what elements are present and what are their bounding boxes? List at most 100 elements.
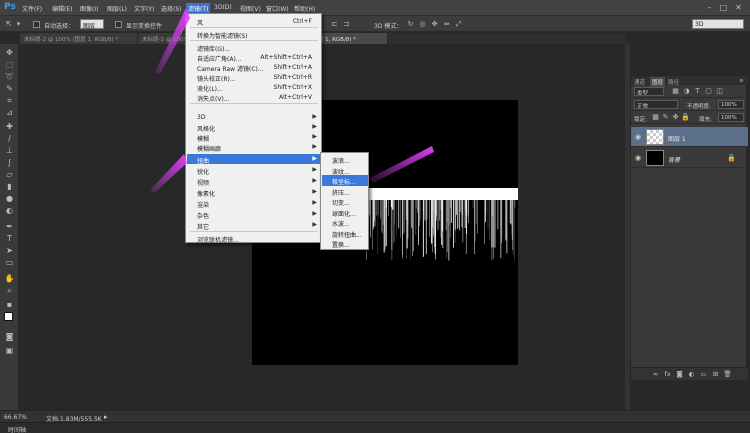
tab-document-1[interactable]: 未标题-2 @ 100% (图层 1, RGB/8) * [20, 33, 138, 44]
menu-item-liquify[interactable]: 液化(L)... Shift+Ctrl+X [187, 82, 320, 93]
menu-layer[interactable]: 图层(L) [107, 4, 127, 13]
align-left-icon[interactable]: ⊏ [330, 20, 339, 28]
eyedropper-tool-icon[interactable]: ⊿ [4, 108, 15, 117]
submenu-item-twirl[interactable]: 旋转扭曲... [322, 228, 368, 239]
menu-type[interactable]: 文字(Y) [134, 4, 154, 13]
delete-layer-icon[interactable]: 🗑 [723, 370, 732, 378]
menu-item-distort[interactable]: 扭曲 ▶ [187, 154, 320, 165]
lasso-tool-icon[interactable]: ➰ [4, 72, 15, 81]
filter-shape-icon[interactable]: ▢ [704, 87, 713, 95]
history-brush-tool-icon[interactable]: ∫ [4, 158, 15, 167]
submenu-item-spherize[interactable]: 球面化... [322, 207, 368, 218]
lock-transparent-icon[interactable]: ▦ [651, 113, 660, 121]
lock-image-icon[interactable]: ✎ [661, 113, 670, 121]
menu-item-blur[interactable]: 模糊 ▶ [187, 132, 320, 143]
layer-name[interactable]: 背景 [668, 155, 680, 164]
close-button[interactable]: ✕ [734, 3, 743, 12]
menu-view[interactable]: 视图(V) [240, 4, 261, 13]
minimize-button[interactable]: – [705, 3, 714, 12]
submenu-item-ripple[interactable]: 波纹... [322, 165, 368, 176]
chevron-down-icon[interactable]: ▾ [14, 20, 23, 28]
menu-item-browse-online-filters[interactable]: 浏览联机滤镜... [187, 233, 320, 244]
zoom-tool-icon[interactable]: ⌕ [4, 286, 15, 295]
menu-item-pixelate[interactable]: 像素化 ▶ [187, 187, 320, 198]
brush-tool-icon[interactable]: ∕ [4, 134, 15, 143]
marquee-tool-icon[interactable]: ⬚ [4, 60, 15, 69]
new-layer-icon[interactable]: ⊞ [711, 370, 720, 378]
fill-input[interactable]: 100% [718, 113, 744, 122]
kind-filter-select[interactable]: 类型 [634, 87, 664, 96]
menu-item-camera-raw[interactable]: Camera Raw 滤镜(C)... Shift+Ctrl+A [187, 62, 320, 73]
menu-item-convert-smart-filters[interactable]: 转换为智能滤镜(S) [187, 29, 320, 40]
filter-smart-object-icon[interactable]: ◫ [715, 87, 724, 95]
status-arrow-icon[interactable]: ▸ [104, 413, 108, 421]
menu-item-stylize[interactable]: 风格化 ▶ [187, 122, 320, 133]
panel-menu-icon[interactable]: ≡ [739, 78, 744, 84]
menu-edit[interactable]: 编辑(E) [52, 4, 72, 13]
menu-image[interactable]: 图像(I) [80, 4, 98, 13]
opacity-input[interactable]: 100% [718, 100, 744, 109]
menu-item-blur-gallery[interactable]: 模糊画廊 ▶ [187, 142, 320, 153]
move-tool-icon[interactable]: ✥ [4, 48, 15, 57]
add-mask-icon[interactable]: ◙ [675, 370, 684, 378]
pan-3d-icon[interactable]: ✥ [430, 20, 439, 28]
menu-select[interactable]: 选择(S) [161, 4, 182, 13]
menu-item-3d[interactable]: 3D ▶ [187, 112, 320, 122]
adjustment-layer-icon[interactable]: ◐ [687, 370, 696, 378]
screen-mode-icon[interactable]: ▣ [4, 346, 15, 355]
hand-tool-icon[interactable]: ✋ [4, 274, 15, 283]
menu-3d[interactable]: 3D(D) [214, 4, 232, 11]
zoom-level[interactable]: 66.67% [4, 414, 27, 421]
shape-tool-icon[interactable]: ▭ [4, 258, 15, 267]
restore-button[interactable]: □ [719, 3, 728, 12]
gradient-tool-icon[interactable]: ▮ [4, 182, 15, 191]
filter-pixel-icon[interactable]: ▦ [671, 87, 680, 95]
submenu-item-polar-coordinates[interactable]: 极坐标... [322, 175, 368, 186]
crop-tool-icon[interactable]: ⌗ [4, 96, 15, 105]
pen-tool-icon[interactable]: ✒ [4, 222, 15, 231]
clone-stamp-tool-icon[interactable]: ⊥ [4, 146, 15, 155]
align-center-icon[interactable]: ⊐ [342, 20, 351, 28]
menu-item-other[interactable]: 其它 ▶ [187, 220, 320, 231]
visibility-eye-icon[interactable]: ◉ [634, 133, 642, 141]
submenu-item-wave[interactable]: 波浪... [322, 154, 368, 165]
layer-row[interactable]: ◉ 图层 1 [631, 127, 748, 147]
visibility-eye-icon[interactable]: ◉ [634, 154, 642, 162]
filter-type-icon[interactable]: T [693, 87, 702, 95]
show-transform-checkbox[interactable] [115, 21, 122, 28]
timeline-label[interactable]: 时间轴 [8, 425, 26, 433]
roll-3d-icon[interactable]: ◎ [418, 20, 427, 28]
menu-item-filter-gallery[interactable]: 滤镜库(G)... [187, 42, 320, 53]
menu-item-noise[interactable]: 杂色 ▶ [187, 209, 320, 220]
submenu-item-shear[interactable]: 切变... [322, 196, 368, 207]
menu-item-wind[interactable]: 风 Ctrl+F [187, 16, 320, 27]
submenu-item-displace[interactable]: 置换... [322, 238, 368, 249]
quick-mask-icon[interactable]: ◙ [4, 332, 15, 341]
submenu-item-zigzag[interactable]: 水波... [322, 217, 368, 228]
menu-item-vanishing-point[interactable]: 消失点(V)... Alt+Ctrl+V [187, 92, 320, 103]
workspace-select[interactable]: 3D [692, 19, 744, 29]
lock-position-icon[interactable]: ✥ [671, 113, 680, 121]
filter-adjustment-icon[interactable]: ◑ [682, 87, 691, 95]
new-group-icon[interactable]: ▭ [699, 370, 708, 378]
type-tool-icon[interactable]: T [4, 234, 15, 243]
link-layers-icon[interactable]: ∞ [651, 370, 660, 378]
foreground-color-swatch[interactable] [4, 312, 13, 321]
menu-item-sharpen[interactable]: 锐化 ▶ [187, 165, 320, 176]
blur-tool-icon[interactable]: ● [4, 194, 15, 203]
quick-select-tool-icon[interactable]: ✎ [4, 84, 15, 93]
menu-file[interactable]: 文件(F) [22, 4, 42, 13]
default-colors-icon[interactable]: ▪ [4, 300, 15, 309]
menu-item-adaptive-wide-angle[interactable]: 自适应广角(A)... Alt+Shift+Ctrl+A [187, 52, 320, 63]
menu-window[interactable]: 窗口(W) [266, 4, 289, 13]
auto-select-checkbox[interactable] [33, 21, 40, 28]
submenu-item-pinch[interactable]: 挤压... [322, 186, 368, 197]
auto-select-dropdown[interactable]: 图层 [80, 19, 104, 30]
menu-help[interactable]: 帮助(H) [294, 4, 315, 13]
menu-item-lens-correction[interactable]: 镜头校正(R)... Shift+Ctrl+R [187, 72, 320, 83]
dodge-tool-icon[interactable]: ◐ [4, 206, 15, 215]
menu-item-render[interactable]: 渲染 ▶ [187, 198, 320, 209]
layer-row[interactable]: ◉ 背景 🔒 [631, 148, 748, 168]
blend-mode-select[interactable]: 正常 [634, 100, 678, 109]
menu-item-video[interactable]: 视频 ▶ [187, 176, 320, 187]
